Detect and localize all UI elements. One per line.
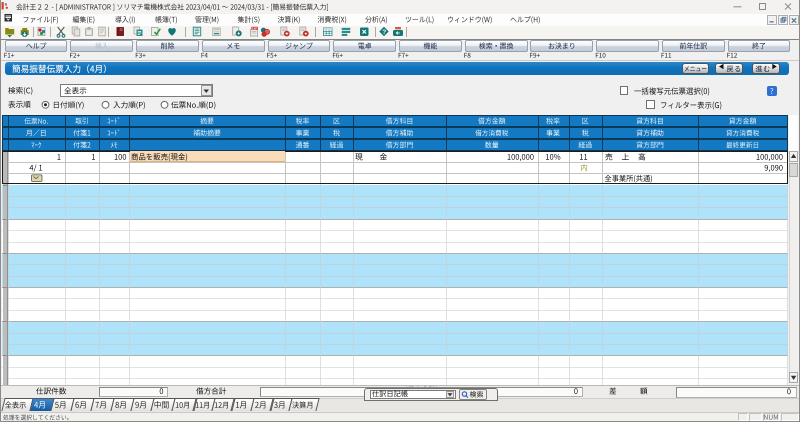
svg-text:EXP: EXP [252, 26, 258, 30]
svg-text:?: ? [382, 29, 386, 36]
